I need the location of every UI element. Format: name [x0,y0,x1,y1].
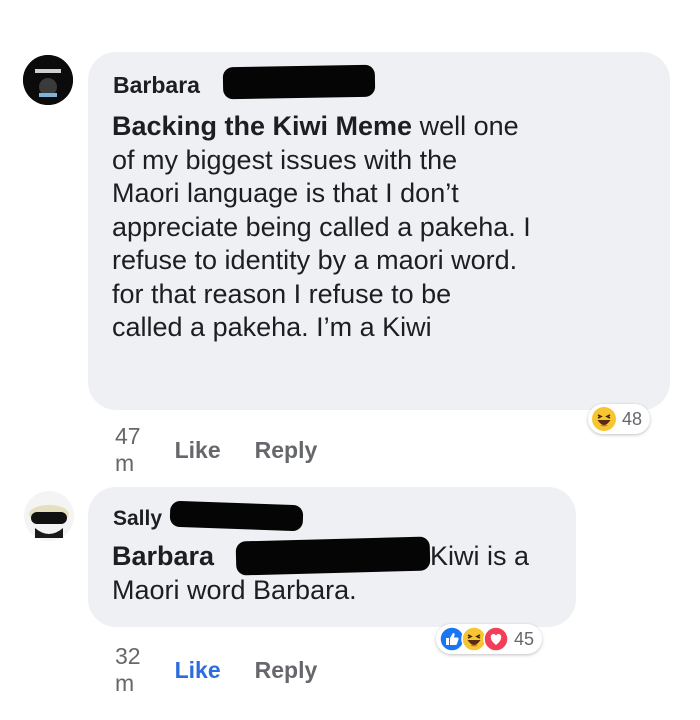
comment-author[interactable]: Sally [113,507,162,531]
timestamp[interactable]: 32 m [115,643,141,697]
text-line: appreciate being called a pakeha. I [112,211,531,242]
text-line: for that reason I refuse to be [112,278,452,309]
redacted-surname [235,536,431,576]
text-line: Maori word Barbara. [112,574,357,605]
comment-text: Backing the Kiwi Meme well one of my big… [112,110,657,345]
reply-button[interactable]: Reply [255,437,318,464]
like-button[interactable]: Like [175,437,221,464]
avatar[interactable] [23,55,73,105]
comment-author[interactable]: Barbara [113,72,200,99]
comment-meta: 47 m Like Reply [115,423,351,477]
text-line: refuse to identity by a maori word. [112,245,518,275]
reactions-summary[interactable]: 45 [436,624,543,654]
mention-link[interactable]: Barbara [112,541,214,571]
redacted-surname [222,64,376,100]
text-line: Maori language is that I don’t [112,178,459,208]
timestamp[interactable]: 47 m [115,423,141,477]
love-icon [483,626,509,652]
text-line: called a pakeha. I’m a Kiwi [112,312,432,342]
avatar-image [24,491,74,541]
comment-meta: 32 m Like Reply [115,643,351,697]
reaction-count: 48 [622,408,643,429]
reaction-count: 45 [514,628,535,649]
reactions-summary[interactable]: 48 [588,404,651,434]
haha-icon [592,407,616,431]
text-line: of my biggest issues with the [112,144,458,175]
avatar-image [23,55,73,105]
reply-button[interactable]: Reply [255,657,318,684]
text-line: Kiwi is a [430,541,530,571]
like-button[interactable]: Like [175,657,221,684]
avatar[interactable] [23,490,75,542]
redacted-surname [169,500,304,532]
mention-link[interactable]: Backing the Kiwi Meme [112,111,412,141]
text-line: well one [412,111,519,141]
